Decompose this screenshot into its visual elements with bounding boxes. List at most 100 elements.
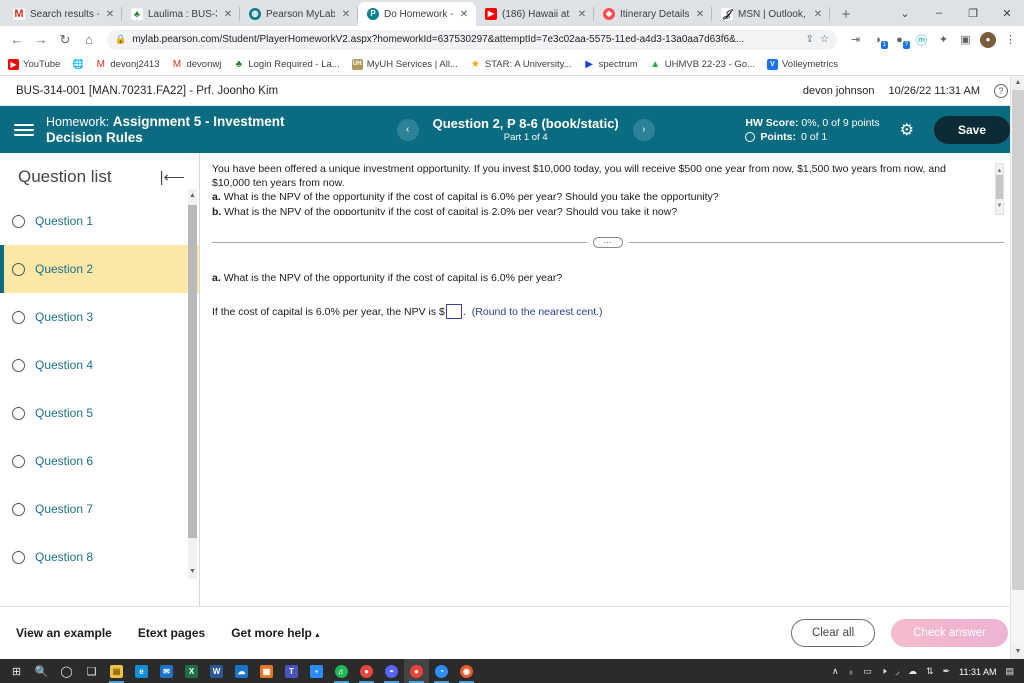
notification-center-icon[interactable]: ▤ [1005, 666, 1014, 677]
bookmark-youtube[interactable]: ▶ YouTube [8, 59, 60, 70]
pen-icon[interactable]: ✒ [943, 666, 951, 677]
tab-close-icon[interactable]: ✕ [694, 9, 706, 20]
word-icon[interactable]: W [204, 659, 229, 683]
question-list-item-8[interactable]: Question 8 [0, 533, 199, 581]
volume-muted-icon[interactable]: 🕨 [881, 666, 887, 677]
tab-close-icon[interactable]: ✕ [104, 9, 116, 20]
question-list-item-4[interactable]: Question 4 [0, 341, 199, 389]
bookmark-myuh-services[interactable]: UH MyUH Services | All... [351, 59, 458, 70]
windows-start-icon[interactable]: ⊞ [4, 659, 29, 683]
next-question-button[interactable]: › [632, 118, 655, 141]
clear-all-button[interactable]: Clear all [790, 619, 876, 647]
save-button[interactable]: Save [933, 115, 1010, 144]
kebab-menu-icon[interactable]: ⋮ [1003, 32, 1018, 47]
browser-tab-3-active[interactable]: P Do Homework - A ✕ [358, 2, 476, 26]
scrollbar-thumb[interactable] [188, 205, 197, 538]
cortana-icon[interactable]: ◯ [54, 659, 79, 683]
scrollbar-thumb[interactable] [1012, 90, 1024, 590]
show-hidden-icons[interactable]: ∧ [832, 666, 839, 677]
get-more-help-link[interactable]: Get more help ▲ [231, 626, 321, 640]
puzzle-icon[interactable]: ✦ [936, 32, 951, 47]
teams-icon[interactable]: T [279, 659, 304, 683]
tab-close-icon[interactable]: ✕ [576, 9, 588, 20]
scroll-down-icon[interactable]: ▼ [188, 565, 197, 579]
tab-close-icon[interactable]: ✕ [222, 9, 234, 20]
chrome-icon[interactable]: ● [354, 659, 379, 683]
task-view-icon[interactable]: ❑ [79, 659, 104, 683]
outlook-icon[interactable]: ✉ [154, 659, 179, 683]
tab-close-icon[interactable]: ✕ [340, 9, 352, 20]
bookmark-volleymetrics[interactable]: V Volleymetrics [767, 59, 838, 70]
wifi-icon[interactable]: ◞ [896, 666, 900, 677]
answer-input[interactable] [445, 304, 462, 319]
tab-close-icon[interactable]: ✕ [458, 9, 470, 20]
bookmark-star[interactable]: ★ STAR: A University... [469, 59, 572, 70]
back-button[interactable]: ← [6, 29, 28, 51]
store-icon[interactable]: ▦ [254, 659, 279, 683]
onedrive-icon[interactable]: ☁ [229, 659, 254, 683]
sign-in-icon[interactable]: ⇥ [848, 32, 863, 47]
onedrive-tray-icon[interactable]: ☁ [908, 666, 917, 677]
maximize-button[interactable]: ❐ [956, 0, 990, 26]
check-answer-button[interactable]: Check answer [891, 619, 1008, 647]
view-an-example-link[interactable]: View an example [16, 626, 112, 640]
address-bar[interactable]: 🔒 mylab.pearson.com/Student/PlayerHomewo… [107, 29, 837, 50]
browser-tab-6[interactable]: 𝒥 MSN | Outlook, C ✕ [712, 2, 830, 26]
browser-tab-5[interactable]: ◆ Itinerary Details | ✕ [594, 2, 712, 26]
bookmark-spectrum[interactable]: ▶ spectrum [583, 59, 638, 70]
question-list-item-3[interactable]: Question 3 [0, 293, 199, 341]
bookmark-devonj2413[interactable]: M devonj2413 [95, 59, 159, 70]
search-icon[interactable]: 🔍 [29, 659, 54, 683]
bookmark-devonwj[interactable]: M devonwj [171, 59, 221, 70]
browser-tab-1[interactable]: ♣ Laulima : BUS-31 ✕ [122, 2, 240, 26]
tab-search-chevron-icon[interactable]: ⌄ [888, 0, 922, 26]
tab-close-icon[interactable]: ✕ [812, 9, 824, 20]
hamburger-menu-icon[interactable] [14, 123, 34, 136]
bookmark-globe[interactable]: 🌐 [72, 59, 84, 70]
chrome-active-icon[interactable]: ● [404, 659, 429, 683]
scroll-up-icon[interactable]: ▲ [1011, 76, 1024, 90]
collapse-panel-icon[interactable]: |⟵ [160, 168, 185, 186]
spotify-icon[interactable]: ♬ [329, 659, 354, 683]
scroll-up-icon[interactable]: ▲ [188, 189, 197, 203]
zoom-icon[interactable]: ▪ [304, 659, 329, 683]
discord-icon[interactable]: ◓ [379, 659, 404, 683]
browser-tab-2[interactable]: ◍ Pearson MyLab a ✕ [240, 2, 358, 26]
sidepanel-icon[interactable]: ▣ [958, 32, 973, 47]
firefox-icon[interactable]: ◉ [454, 659, 479, 683]
question-list-scrollbar[interactable]: ▲ ▼ [188, 189, 197, 579]
bookmark-uhmvb[interactable]: ▲ UHMVB 22-23 - Go... [649, 59, 755, 70]
share-icon[interactable]: ⇪ [806, 34, 814, 45]
question-list-item-5[interactable]: Question 5 [0, 389, 199, 437]
bookmark-login-required[interactable]: ♣ Login Required - La... [233, 59, 340, 70]
divider-expand-button[interactable]: ⋯ [593, 237, 623, 248]
edge-icon[interactable]: e [129, 659, 154, 683]
question-list-item-2[interactable]: Question 2 [0, 245, 199, 293]
etext-pages-link[interactable]: Etext pages [138, 626, 205, 640]
extension-1-icon[interactable]: ◑ 1 [870, 32, 888, 49]
browser-tab-0[interactable]: M Search results - d ✕ [4, 2, 122, 26]
question-list-item-7[interactable]: Question 7 [0, 485, 199, 533]
grammarly-icon[interactable]: ⓜ [914, 32, 929, 47]
close-window-button[interactable]: ✕ [990, 0, 1024, 26]
browser-tab-4[interactable]: ▶ (186) Hawaii at U ✕ [476, 2, 594, 26]
extension-2-icon[interactable]: ●? [892, 32, 910, 49]
headset-icon[interactable]: ♁ [848, 667, 855, 677]
messenger-icon[interactable]: ◔ [429, 659, 454, 683]
profile-avatar-icon[interactable]: ● [980, 31, 996, 48]
scroll-down-icon[interactable]: ▼ [1011, 645, 1024, 659]
home-button[interactable]: ⌂ [78, 29, 100, 51]
scroll-down-icon[interactable]: ▼ [996, 200, 1003, 214]
new-tab-button[interactable]: + [834, 2, 858, 26]
statement-scrollbar[interactable]: ▲ ▼ [995, 163, 1004, 215]
gear-icon[interactable]: ⚙ [900, 120, 914, 140]
network-icon[interactable]: ⇅ [926, 666, 934, 677]
excel-icon[interactable]: X [179, 659, 204, 683]
help-icon[interactable]: ? [994, 83, 1008, 98]
question-list-item-1[interactable]: Question 1 [0, 197, 199, 245]
page-scrollbar[interactable]: ▲ ▼ [1010, 76, 1024, 659]
prev-question-button[interactable]: ‹ [396, 118, 419, 141]
scrollbar-thumb[interactable] [996, 175, 1003, 199]
reload-button[interactable]: ↻ [54, 29, 76, 51]
question-list-item-6[interactable]: Question 6 [0, 437, 199, 485]
